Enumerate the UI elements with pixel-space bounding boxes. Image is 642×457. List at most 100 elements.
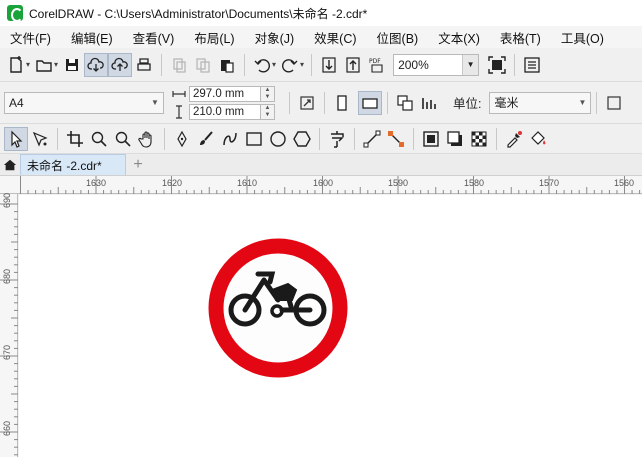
copy-icon[interactable]	[191, 53, 215, 77]
landscape-icon[interactable]	[358, 90, 382, 115]
cloud-download-icon[interactable]	[84, 52, 109, 77]
toolbar-separator	[354, 127, 355, 150]
line-tool-icon[interactable]	[360, 127, 384, 151]
shape-tool-icon[interactable]	[28, 127, 52, 151]
drawing-canvas[interactable]	[19, 195, 642, 457]
toolbar-separator	[57, 127, 58, 150]
rectangle-tool-icon[interactable]	[242, 127, 266, 151]
width-icon	[172, 90, 186, 97]
eyedropper-tool-icon[interactable]	[502, 127, 526, 151]
portrait-icon[interactable]	[330, 91, 354, 115]
horizontal-ruler[interactable]: 1630 1620 1610 1600 1590 1580 1570 1560	[0, 176, 642, 194]
pick-tool-icon[interactable]	[4, 126, 28, 151]
full-screen-icon[interactable]	[485, 53, 509, 77]
ruler-label: 1570	[539, 178, 560, 188]
toolbar-separator	[387, 91, 388, 114]
tab-document[interactable]: 未命名 -2.cdr*	[20, 154, 126, 175]
ruler-label: 680	[2, 268, 12, 284]
brush-tool-icon[interactable]	[194, 127, 218, 151]
menu-edit[interactable]: 编辑(E)	[61, 28, 123, 47]
menu-effects[interactable]: 效果(C)	[304, 28, 366, 47]
unit-label: 单位:	[453, 97, 482, 111]
page-width-field[interactable]: 297.0 mm	[189, 85, 261, 102]
undo-icon[interactable]	[250, 53, 274, 77]
toolbar-separator	[319, 127, 320, 150]
height-spinner[interactable]: ▲ ▼	[261, 103, 275, 120]
unit-select[interactable]: 毫米 ▼	[489, 91, 592, 114]
shadow-tool-icon[interactable]	[443, 127, 467, 151]
menu-tools[interactable]: 工具(O)	[551, 28, 614, 47]
tools-bar	[0, 124, 642, 154]
nudge-distance-icon[interactable]	[602, 91, 626, 115]
home-tab[interactable]	[0, 155, 20, 175]
cloud-upload-icon[interactable]	[108, 52, 133, 77]
window-title: CorelDRAW - C:\Users\Administrator\Docum…	[29, 6, 368, 21]
zoom-tool-icon[interactable]	[87, 127, 111, 151]
text-tool-icon[interactable]	[325, 127, 349, 151]
add-tab-icon[interactable]: +	[126, 155, 150, 175]
standard-toolbar: ▾ ▾ ▾ ▾ PDF 200% ▼	[0, 48, 642, 82]
width-spinner[interactable]: ▲ ▼	[261, 85, 275, 102]
menu-text[interactable]: 文本(X)	[428, 28, 490, 47]
unit-value[interactable]: 毫米	[490, 94, 574, 111]
toolbar-separator	[324, 91, 325, 114]
menu-layout[interactable]: 布局(L)	[184, 28, 244, 47]
cut-icon[interactable]	[167, 53, 191, 77]
unit-dropdown-icon[interactable]: ▼	[574, 98, 590, 107]
menu-object[interactable]: 对象(J)	[245, 28, 305, 47]
polygon-tool-icon[interactable]	[290, 127, 314, 151]
toolbar-separator	[496, 127, 497, 150]
menu-table[interactable]: 表格(T)	[490, 28, 551, 47]
current-page-icon[interactable]	[417, 91, 441, 115]
page-size-value[interactable]: A4	[5, 96, 147, 110]
ruler-label: 1630	[86, 178, 107, 188]
page-size-dropdown-icon[interactable]: ▼	[147, 98, 163, 107]
page-origin-icon[interactable]	[295, 91, 319, 115]
crop-tool-icon[interactable]	[63, 127, 87, 151]
print-icon[interactable]	[132, 53, 156, 77]
toolbar-separator	[289, 91, 290, 114]
zoom-out-tool-icon[interactable]	[111, 127, 135, 151]
menu-view[interactable]: 查看(V)	[123, 28, 185, 47]
page-height-field[interactable]: 210.0 mm	[189, 103, 261, 120]
contour-tool-icon[interactable]	[419, 127, 443, 151]
page-size-select[interactable]: A4 ▼	[4, 91, 164, 114]
toolbar-separator	[596, 91, 598, 114]
ruler-label: 1580	[464, 178, 485, 188]
home-icon	[3, 159, 17, 171]
curve-tool-icon[interactable]	[218, 127, 242, 151]
app-launcher-icon[interactable]	[520, 53, 544, 77]
fill-tool-icon[interactable]	[526, 127, 550, 151]
pan-tool-icon[interactable]	[135, 127, 159, 151]
all-pages-icon[interactable]	[393, 91, 417, 115]
menu-file[interactable]: 文件(F)	[0, 28, 61, 47]
export-icon[interactable]	[341, 53, 365, 77]
no-motorcycles-sign[interactable]	[208, 238, 348, 378]
menu-bitmaps[interactable]: 位图(B)	[367, 28, 429, 47]
document-tab-bar: 未命名 -2.cdr* +	[0, 154, 642, 176]
transparency-tool-icon[interactable]	[467, 127, 491, 151]
zoom-dropdown-icon[interactable]: ▼	[462, 54, 479, 75]
vertical-ruler-ticks	[0, 203, 18, 456]
ellipse-tool-icon[interactable]	[266, 127, 290, 151]
coreldraw-app-icon	[7, 5, 23, 22]
new-document-icon[interactable]	[4, 53, 28, 77]
ruler-label: 1620	[162, 178, 183, 188]
property-bar: A4 ▼ 297.0 mm ▲ ▼ 210.0 mm ▲ ▼ 单位: 毫米 ▼	[0, 82, 642, 124]
vertical-ruler[interactable]: 690 680 670 660	[0, 193, 18, 457]
publish-pdf-icon[interactable]: PDF	[365, 53, 389, 77]
menu-bar: 文件(F) 编辑(E) 查看(V) 布局(L) 对象(J) 效果(C) 位图(B…	[0, 26, 642, 48]
zoom-level-combo[interactable]: 200% ▼	[393, 53, 480, 76]
paste-icon[interactable]	[215, 53, 239, 77]
svg-text:PDF: PDF	[369, 58, 381, 65]
save-icon[interactable]	[60, 53, 84, 77]
import-icon[interactable]	[317, 53, 341, 77]
connector-tool-icon[interactable]	[384, 127, 408, 151]
ruler-label: 1590	[388, 178, 409, 188]
toolbar-separator	[514, 53, 516, 76]
zoom-level-value[interactable]: 200%	[394, 58, 462, 72]
open-folder-icon[interactable]	[32, 53, 56, 77]
pen-tool-icon[interactable]	[170, 127, 194, 151]
ruler-label: 1560	[614, 178, 635, 188]
redo-icon[interactable]	[278, 53, 302, 77]
